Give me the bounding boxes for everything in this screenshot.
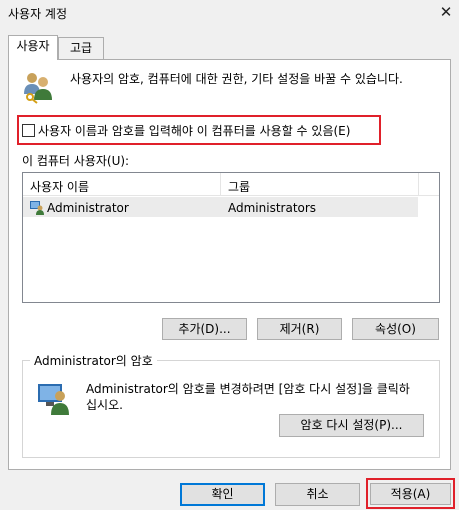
password-instructions-line1: Administrator의 암호를 변경하려면 [암호 다시 설정]을 클릭하 — [86, 382, 410, 396]
require-login-label[interactable]: 사용자 이름과 암호를 입력해야 이 컴퓨터를 사용할 수 있음(E) — [38, 122, 350, 139]
users-icon — [29, 199, 45, 215]
password-instructions-line2: 십시오. — [86, 398, 123, 412]
column-separator — [220, 173, 221, 196]
add-user-button[interactable]: 추가(D)... — [162, 318, 247, 340]
close-button[interactable]: ✕ — [436, 2, 456, 22]
column-separator — [418, 173, 419, 196]
password-groupbox — [22, 360, 440, 458]
users-keys-icon — [22, 70, 54, 104]
cancel-button[interactable]: 취소 — [275, 483, 360, 506]
users-description: 사용자의 암호, 컴퓨터에 대한 권한, 기타 설정을 바꿀 수 있습니다. — [70, 72, 403, 86]
column-header-group[interactable]: 그룹 — [228, 178, 250, 195]
password-group-legend: Administrator의 암호 — [30, 352, 157, 369]
remove-user-button[interactable]: 제거(R) — [257, 318, 342, 340]
monitor-user-icon — [36, 380, 72, 416]
reset-password-button[interactable]: 암호 다시 설정(P)... — [279, 414, 424, 437]
properties-button[interactable]: 속성(O) — [352, 318, 439, 340]
ok-button[interactable]: 확인 — [180, 483, 265, 506]
row-username: Administrator — [47, 201, 129, 215]
tab-users[interactable]: 사용자 — [8, 35, 58, 60]
row-group: Administrators — [228, 201, 317, 215]
column-header-username[interactable]: 사용자 이름 — [30, 178, 89, 195]
tab-advanced[interactable]: 고급 — [58, 37, 104, 59]
require-login-checkbox[interactable] — [22, 124, 35, 137]
users-list-label: 이 컴퓨터 사용자(U): — [22, 154, 130, 168]
apply-button[interactable]: 적용(A) — [370, 483, 451, 505]
window-title: 사용자 계정 — [8, 7, 68, 21]
